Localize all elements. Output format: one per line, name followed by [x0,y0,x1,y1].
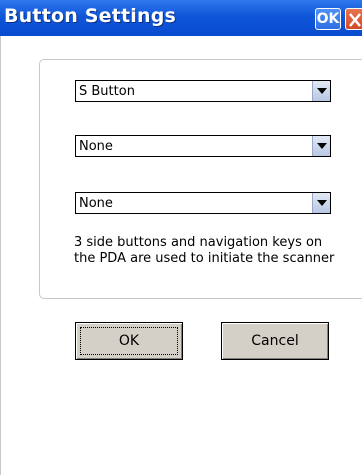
button-select-3-value: None [79,196,113,211]
title-close-button[interactable] [345,8,362,30]
window-border [0,36,1,475]
focus-rectangle [80,327,178,355]
close-icon [349,13,361,27]
button-select-2-dropdown[interactable] [312,136,330,156]
window-title: Button Settings [4,5,177,27]
chevron-down-icon [317,200,327,206]
button-select-2-value: None [79,139,113,154]
button-select-1[interactable]: S Button [75,80,331,102]
chevron-down-icon [317,88,327,94]
button-select-1-value: S Button [79,84,135,99]
chevron-down-icon [317,143,327,149]
button-select-1-dropdown[interactable] [312,81,330,101]
button-select-3[interactable]: None [75,192,331,214]
button-select-3-dropdown[interactable] [312,193,330,213]
cancel-button-label: Cancel [251,333,299,349]
title-bar: Button Settings OK [0,0,362,36]
title-ok-button[interactable]: OK [315,8,341,30]
description-text: 3 side buttons and navigation keys on th… [74,235,335,266]
ok-button[interactable]: OK [75,322,183,360]
cancel-button[interactable]: Cancel [221,322,329,360]
button-select-2[interactable]: None [75,135,331,157]
